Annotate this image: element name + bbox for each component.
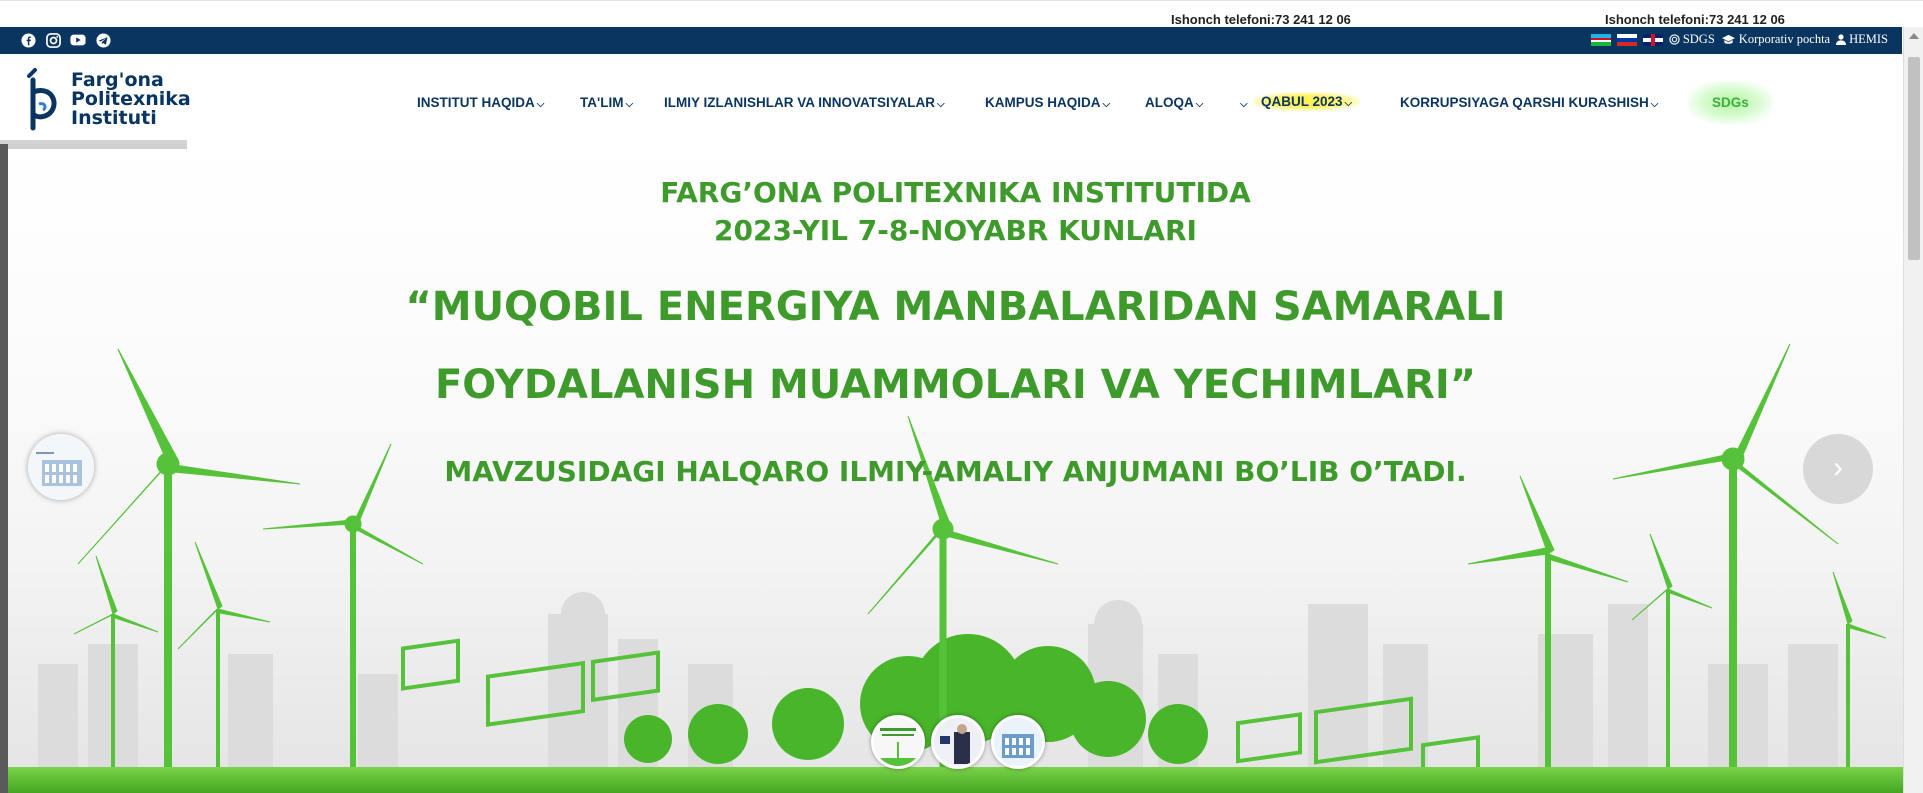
hero-heading-line-1: FARG’ONA POLITEXNIKA INSTITUTIDA [660,176,1251,209]
hero-title-line-2: FOYDALANISH MUAMMOLARI VA YECHIMLARI” [434,362,1477,408]
hemis-label: HEMIS [1849,32,1888,46]
hero-heading-line-2: 2023-YIL 7-8-NOYABR KUNLARI [714,214,1197,247]
hero-title-line-1: “MUQOBIL ENERGIYA MANBALARIDAN SAMARALI [405,284,1506,330]
chevron-down-icon: ⌵ [937,99,945,110]
nav-label: KAMPUS HAQIDA [985,95,1101,110]
hero-left-edge [0,144,8,793]
slider-progress-bar [8,144,187,149]
top-right-links: SDGS Korporativ pochta HEMIS [1590,32,1888,47]
hero-slider: FARG’ONA POLITEXNIKA INSTITUTIDA 2023-YI… [8,144,1903,793]
nav-institut-haqida[interactable]: INSTITUT HAQIDA ⌵ [417,95,544,110]
nav-ilmiy-izlanishlar[interactable]: ILMIY IZLANISHLAR VA INNOVATSIYALAR ⌵ [664,95,945,110]
slider-prev-button[interactable] [28,434,94,500]
instagram-icon[interactable] [45,32,61,48]
slide-thumbnail-3[interactable] [991,715,1045,769]
hemis-link[interactable]: HEMIS [1836,32,1888,47]
vertical-scrollbar[interactable] [1903,27,1923,793]
building-thumbnail-icon [994,718,1042,766]
nav-empty-dropdown[interactable]: ⌵ [1238,95,1248,110]
nav-label: KORRUPSIYAGA QARSHI KURASHISH [1400,95,1649,110]
user-icon [1836,34,1847,45]
corporate-mail-link[interactable]: Korporativ pochta [1721,32,1830,47]
youtube-icon[interactable] [70,32,86,48]
scroll-up-arrow-icon[interactable] [1909,33,1919,39]
slide-thumbnail-1[interactable] [871,715,925,769]
building-thumbnail-icon [28,434,94,500]
nav-label: SDGs [1712,95,1749,110]
social-links [20,32,111,48]
nav-sdgs[interactable]: SDGs [1688,81,1773,124]
slide-thumbnail-2[interactable] [931,715,985,769]
grass-strip [8,767,1903,793]
uzbek-flag-icon[interactable] [1590,33,1611,46]
people-thumbnail-icon [934,718,982,766]
nav-label: ILMIY IZLANISHLAR VA INNOVATSIYALAR [664,95,936,110]
russian-flag-icon[interactable] [1616,33,1637,46]
nav-kampus-haqida[interactable]: KAMPUS HAQIDA ⌵ [985,95,1110,110]
nav-talim[interactable]: TA'LIM ⌵ [580,95,633,110]
hero-subtitle: MAVZUSIDAGI HALQARO ILMIY-AMALIY ANJUMAN… [444,455,1467,488]
chevron-down-icon: ⌵ [1344,98,1353,109]
chevron-down-icon: ⌵ [1102,99,1111,110]
turbine-thumbnail-icon [874,718,922,766]
globe-icon [1669,34,1680,45]
graduation-cap-icon [1721,34,1735,44]
telegram-icon[interactable] [95,32,111,48]
chevron-down-icon: ⌵ [536,99,545,110]
chevron-down-icon: ⌵ [625,99,634,110]
chevron-down-icon: ⌵ [1195,99,1204,110]
nav-label: ALOQA [1145,95,1194,110]
chevron-right-icon: › [1833,451,1843,484]
chevron-down-icon: ⌵ [1240,99,1248,110]
chevron-down-icon: ⌵ [1650,99,1659,110]
sdgs-link[interactable]: SDGS [1669,32,1715,47]
hotline-text-right: Ishonch telefoni:73 241 12 06 [1605,12,1785,27]
english-flag-icon[interactable] [1642,33,1663,46]
hotline-strip: Ishonch telefoni:73 241 12 06 Ishonch te… [0,0,1923,28]
corporate-mail-label: Korporativ pochta [1738,32,1831,46]
nav-aloqa[interactable]: ALOQA ⌵ [1145,95,1203,110]
slider-next-button[interactable]: › [1803,434,1873,504]
nav-label: TA'LIM [580,95,624,110]
main-nav: INSTITUT HAQIDA ⌵ TA'LIM ⌵ ILMIY IZLANISHL… [0,54,1902,144]
nav-qabul-2023[interactable]: QABUL 2023 ⌵ [1253,92,1361,111]
hotline-text-left: Ishonch telefoni:73 241 12 06 [1171,12,1351,27]
nav-korrupsiyaga-qarshi[interactable]: KORRUPSIYAGA QARSHI KURASHISH ⌵ [1400,95,1658,110]
top-bar: SDGS Korporativ pochta HEMIS [0,27,1902,54]
scrollbar-thumb[interactable] [1908,57,1920,260]
sdgs-link-label: SDGS [1682,32,1715,46]
slider-thumbnails [871,715,1045,769]
facebook-icon[interactable] [20,32,36,48]
nav-label: QABUL 2023 [1261,94,1343,109]
nav-label: INSTITUT HAQIDA [417,95,535,110]
site-header: Farg'ona Politexnika Instituti INSTITUT … [0,54,1902,144]
